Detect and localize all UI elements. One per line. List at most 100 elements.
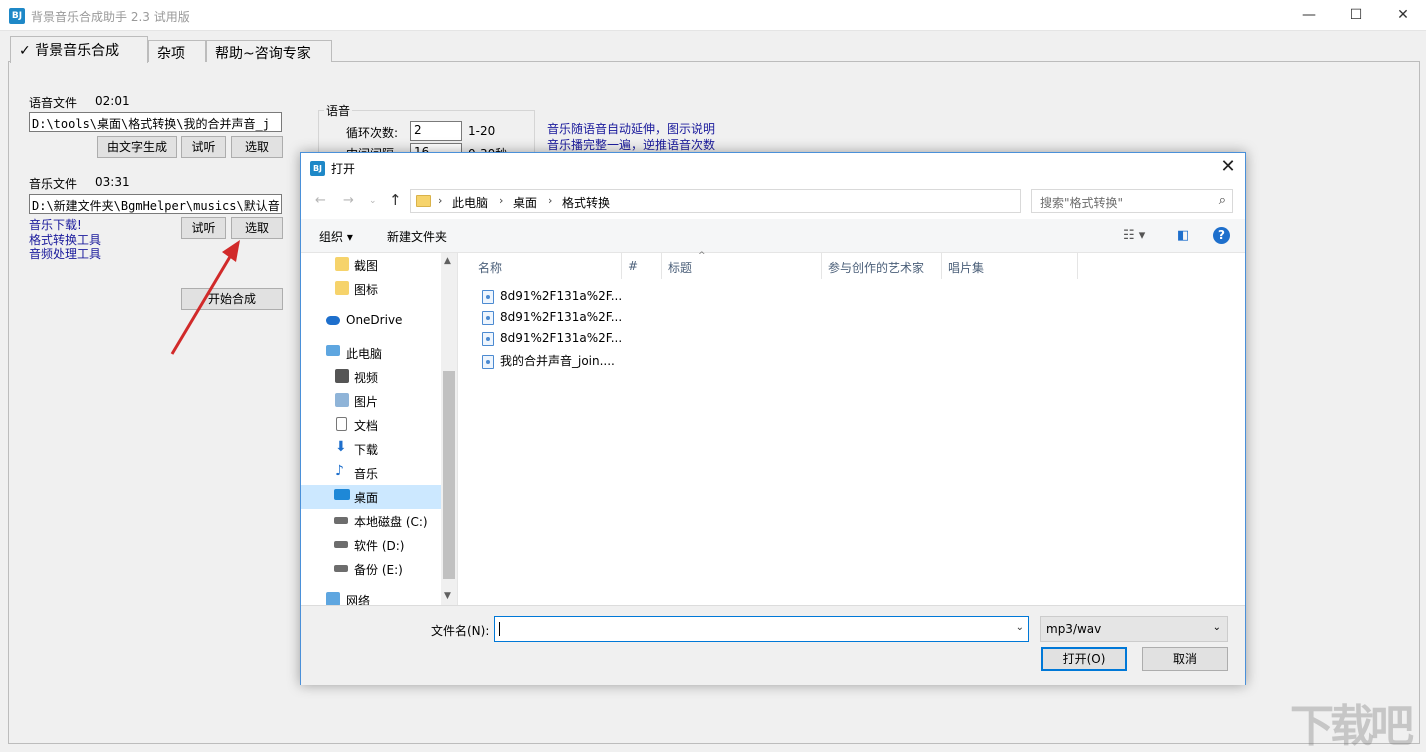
chevron-right-icon: › (438, 194, 443, 207)
nav-item-onedrive[interactable]: OneDrive (301, 309, 441, 333)
nav-item-documents[interactable]: 文档 (301, 413, 441, 437)
tab-misc[interactable]: 杂项 (148, 40, 206, 62)
file-name: 8d91%2F131a%2F... (500, 289, 623, 303)
new-folder-button[interactable]: 新建文件夹 (387, 228, 447, 245)
text-to-speech-button[interactable]: 由文字生成 (97, 136, 177, 158)
loop-count-label: 循环次数: (346, 126, 399, 140)
nav-item-label: 音乐 (354, 467, 379, 481)
folder-icon (335, 257, 349, 271)
column-title[interactable]: 标题 (662, 253, 822, 279)
filename-label: 文件名(N): (431, 624, 490, 638)
column-name[interactable]: 名称 (472, 253, 622, 279)
voice-group-title: 语音 (324, 102, 353, 119)
chevron-right-icon: › (548, 194, 553, 207)
audio-file-icon (482, 310, 494, 325)
file-name: 我的合并声音_join.... (500, 354, 615, 368)
start-compose-button[interactable]: 开始合成 (181, 288, 283, 310)
nav-item-desktop[interactable]: 桌面 (301, 485, 441, 509)
file-row[interactable]: 我的合并声音_join.... (482, 352, 615, 373)
file-name: 8d91%2F131a%2F... (500, 331, 623, 345)
scroll-thumb[interactable] (443, 371, 455, 579)
app-icon: BJ (9, 8, 25, 24)
up-arrow-icon[interactable]: ↑ (389, 191, 402, 209)
maximize-button[interactable]: ☐ (1333, 0, 1379, 31)
filetype-select[interactable]: mp3/wav ⌄ (1040, 616, 1228, 642)
main-titlebar: BJ 背景音乐合成助手 2.3 试用版 — ☐ ✕ (0, 0, 1426, 31)
command-bar: 组织 ▾ 新建文件夹 ☷ ▾ ◧ ? (301, 219, 1245, 253)
dialog-close-button[interactable]: ✕ (1211, 153, 1245, 183)
help-icon[interactable]: ? (1213, 227, 1230, 244)
dialog-navbar: ← → ⌄ ↑ › 此电脑 › 桌面 › 格式转换 ▾ ↻ 搜索"格式转换" ⌕ (301, 183, 1245, 219)
open-button[interactable]: 打开(O) (1041, 647, 1127, 671)
open-file-dialog: BJ 打开 ✕ ← → ⌄ ↑ › 此电脑 › 桌面 › 格式转换 ▾ ↻ 搜索… (300, 152, 1246, 685)
nav-item-label: 文档 (354, 419, 379, 433)
tab-bgm-compose[interactable]: ✓ 背景音乐合成 (10, 36, 148, 63)
breadcrumb-format-convert[interactable]: 格式转换 (562, 194, 610, 211)
nav-item-label: 网络 (346, 594, 371, 605)
back-arrow-icon[interactable]: ← (315, 193, 326, 208)
voice-listen-button[interactable]: 试听 (181, 136, 226, 158)
breadcrumb-desktop[interactable]: 桌面 (513, 194, 537, 211)
search-input[interactable]: 搜索"格式转换" ⌕ (1031, 189, 1233, 213)
loop-count-input[interactable]: 2 (410, 121, 462, 141)
loop-count-range: 1-20 (468, 124, 496, 138)
filename-input[interactable]: ⌄ (494, 616, 1029, 642)
scroll-down-icon[interactable]: ▼ (444, 591, 451, 601)
file-row[interactable]: 8d91%2F131a%2F... (482, 289, 622, 310)
audio-tool-link[interactable]: 音频处理工具 (29, 245, 101, 262)
file-row[interactable]: 8d91%2F131a%2F... (482, 331, 622, 352)
nav-scrollbar[interactable]: ▲ ▼ (441, 253, 457, 605)
nav-item-downloads[interactable]: ⬇ 下载 (301, 437, 441, 461)
file-row[interactable]: 8d91%2F131a%2F... (482, 310, 622, 331)
documents-icon (336, 417, 347, 431)
app-title: 背景音乐合成助手 2.3 试用版 (31, 10, 190, 24)
close-button[interactable]: ✕ (1380, 0, 1426, 31)
nav-item-this-pc[interactable]: 此电脑 (301, 341, 441, 365)
nav-item-drive-c[interactable]: 本地磁盘 (C:) (301, 509, 441, 533)
hint-extend-link[interactable]: 音乐随语音自动延伸，图示说明 (547, 120, 715, 137)
nav-item-label: 本地磁盘 (C:) (354, 515, 428, 529)
dialog-titlebar: BJ 打开 ✕ (301, 153, 1245, 183)
cancel-button[interactable]: 取消 (1142, 647, 1228, 671)
chevron-down-icon[interactable]: ⌄ (1016, 622, 1024, 633)
computer-icon (326, 345, 340, 356)
column-number[interactable]: # (622, 253, 662, 279)
nav-item-drive-d[interactable]: 软件 (D:) (301, 533, 441, 557)
breadcrumb-this-pc[interactable]: 此电脑 (452, 194, 488, 211)
music-select-button[interactable]: 选取 (231, 217, 283, 239)
music-path-input[interactable]: D:\新建文件夹\BgmHelper\musics\默认音 (29, 194, 282, 214)
view-options-icon[interactable]: ☷ ▾ (1123, 228, 1145, 243)
music-listen-button[interactable]: 试听 (181, 217, 226, 239)
address-bar[interactable]: › 此电脑 › 桌面 › 格式转换 ▾ ↻ (410, 189, 1125, 213)
nav-item-network[interactable]: 网络 (301, 588, 441, 605)
nav-item-screenshots[interactable]: 截图 (301, 253, 441, 277)
search-icon: ⌕ (1218, 193, 1226, 208)
organize-menu[interactable]: 组织 ▾ (319, 228, 353, 245)
voice-select-button[interactable]: 选取 (231, 136, 283, 158)
nav-item-pictures[interactable]: 图片 (301, 389, 441, 413)
nav-item-music[interactable]: ♪ 音乐 (301, 461, 441, 485)
video-icon (335, 369, 349, 383)
tab-help[interactable]: 帮助~咨询专家 (206, 40, 332, 62)
filetype-value: mp3/wav (1046, 622, 1102, 636)
forward-arrow-icon[interactable]: → (343, 193, 354, 208)
column-album[interactable]: 唱片集 (942, 253, 1078, 279)
scroll-up-icon[interactable]: ▲ (444, 256, 451, 266)
nav-item-label: 下载 (354, 443, 379, 457)
recent-locations-icon[interactable]: ⌄ (369, 196, 377, 206)
dialog-footer: 文件名(N): ⌄ mp3/wav ⌄ 打开(O) 取消 (301, 605, 1245, 685)
minimize-button[interactable]: — (1286, 0, 1332, 31)
nav-item-icons[interactable]: 图标 (301, 277, 441, 301)
nav-item-label: OneDrive (346, 313, 403, 327)
preview-pane-icon[interactable]: ◧ (1177, 228, 1189, 243)
dialog-app-icon: BJ (310, 161, 325, 176)
hint-reverse-link[interactable]: 音乐播完整一遍，逆推语音次数 (547, 136, 715, 153)
file-list: ^ 名称 # 标题 参与创作的艺术家 唱片集 8d91%2F131a%2F...… (457, 251, 1245, 605)
nav-item-drive-e[interactable]: 备份 (E:) (301, 557, 441, 581)
watermark-logo: 下载吧 (1290, 701, 1414, 752)
desktop-icon (334, 489, 350, 500)
column-artists[interactable]: 参与创作的艺术家 (822, 253, 942, 279)
nav-item-videos[interactable]: 视频 (301, 365, 441, 389)
main-scrollbar[interactable] (1411, 62, 1420, 744)
voice-path-input[interactable]: D:\tools\桌面\格式转换\我的合并声音_j (29, 112, 282, 132)
